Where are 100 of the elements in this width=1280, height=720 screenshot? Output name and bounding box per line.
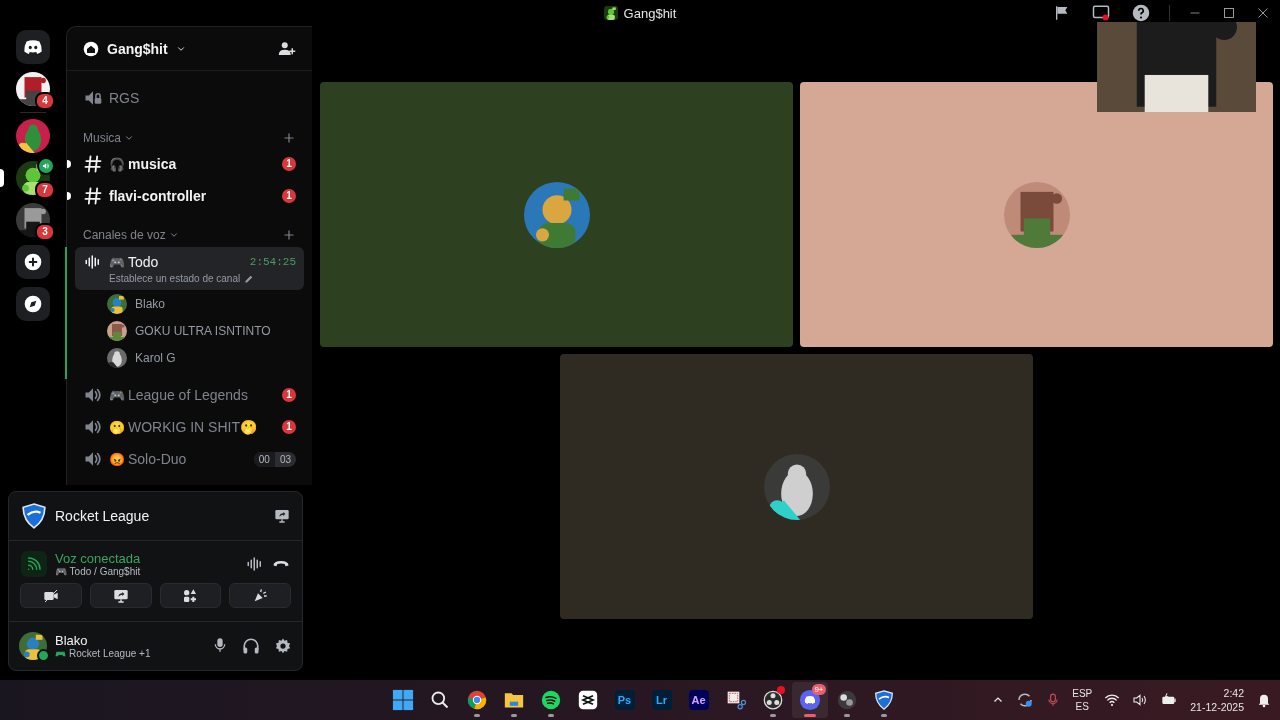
category-label[interactable]: Musica [83,131,121,145]
mention-count: 1 [282,420,296,434]
voice-channel[interactable]: 🎮 Todo 2:54:25 Establece un estado de canal [75,247,304,290]
scissors-icon [725,690,746,710]
sync-icon[interactable] [1016,691,1035,709]
notification-bell-icon[interactable] [1256,692,1272,708]
running-indicator [510,714,517,717]
noise-suppression-button[interactable] [246,555,264,573]
video-tile[interactable] [320,82,793,347]
compass-icon [23,294,43,314]
chevron-down-icon [124,133,134,143]
plus-circle-icon [23,252,43,272]
home-button[interactable] [16,30,50,64]
maximize-icon[interactable] [1223,7,1235,19]
member-name[interactable]: Karol G [135,350,176,365]
mention-count: 1 [282,157,296,171]
channel-name[interactable]: Solo-Duo [128,451,248,467]
pencil-icon [244,273,255,284]
home-icon [83,40,99,57]
stream-game-button[interactable] [274,508,290,524]
app-logo: Lr [651,690,672,710]
app-logo: Ae [688,690,709,710]
channel-name[interactable]: musica [128,156,276,172]
channel-emoji: 🫢 [109,419,125,435]
unread-indicator [67,192,71,200]
speaker-icon [37,157,55,175]
discover-button[interactable] [16,287,50,321]
obs-logo-icon [762,690,783,710]
user-activity: Rocket League +1 [69,648,151,659]
shapes-icon [182,587,199,604]
soundboard-button[interactable] [229,583,291,608]
app-logo: Ps [614,690,635,710]
member-name[interactable]: GOKU ULTRA ISNTINTO [135,323,271,338]
channel-emoji: 🎧 [109,156,125,172]
channel-name[interactable]: WORKIG IN SHIT🫢 [128,419,276,435]
settings-button[interactable] [274,637,292,655]
shield-logo-icon [873,689,894,711]
settings-icon [274,637,292,655]
capcut-logo-icon [577,690,598,710]
channel-name[interactable]: flavi-controller [109,188,276,204]
microphone-button[interactable] [212,637,228,655]
help-icon[interactable] [1132,4,1150,22]
username: Blako [55,633,89,648]
call-timer: 2:54:25 [249,256,296,268]
shield-logo-icon [21,502,47,530]
microphone-icon [212,637,228,653]
clock[interactable]: 2:42 21-12-2025 [1190,686,1244,714]
category-label[interactable]: Canales de voz [83,228,166,242]
mention-count: 3 [35,223,55,241]
channel-name[interactable]: League of Legends [128,387,276,403]
plus-icon[interactable] [282,228,296,242]
activity-name: Rocket League [55,508,151,524]
mention-count: 1 [282,189,296,203]
microphone-icon[interactable] [1046,692,1061,708]
spotify-logo-icon [540,690,561,710]
share-screen-button[interactable] [89,583,152,608]
channel-name[interactable]: RGS [109,90,296,106]
running-indicator [843,714,850,717]
selected-indicator [0,169,4,187]
add-server-button[interactable] [16,245,50,279]
connected-channel[interactable]: 🎮 Todo / Gang$hit [55,566,238,577]
screen-share-icon[interactable] [1092,4,1110,22]
chevron-down-icon [168,230,179,240]
inbox-icon[interactable] [1054,5,1070,21]
headphones-button[interactable] [242,637,260,655]
activities-button[interactable] [159,583,222,608]
hash-icon [83,186,103,206]
search-icon [429,690,450,710]
running-indicator [803,714,816,717]
volume-icon[interactable] [1132,692,1149,708]
mention-count: 1 [282,388,296,402]
running-indicator [473,714,480,717]
channel-status[interactable]: Establece un estado de canal [109,273,241,284]
screen-share-icon [274,508,290,524]
channel-emoji: 🎮 [109,387,125,403]
video-tile[interactable] [560,354,1033,619]
hash-icon [83,154,103,174]
server-name[interactable]: Gang$hit [107,40,168,57]
wifi-icon[interactable] [1104,692,1121,708]
taskbar-button[interactable]: Lr [643,682,680,718]
camera-off-icon [42,587,59,604]
keyboard-language[interactable]: ESP ES [1072,687,1093,713]
camera-off-button[interactable] [20,583,82,608]
video-tile[interactable] [800,82,1273,347]
discord-logo-icon [798,689,821,711]
member-name[interactable]: Blako [135,296,166,311]
sound-wave-icon [246,555,264,573]
running-indicator [769,714,776,717]
connection-status[interactable]: Voz conectada [55,551,238,566]
invite-people-icon[interactable] [278,39,296,58]
taskbar-button[interactable]: Ae [680,682,717,718]
close-icon[interactable] [1257,7,1269,19]
running-indicator [880,714,887,717]
plus-icon[interactable] [282,131,296,145]
channel-emoji: 😡 [109,451,125,467]
taskbar-button[interactable]: Ps [606,682,643,718]
mention-count: 4 [35,92,55,110]
channel-emoji: 🎮 [109,254,125,270]
unread-indicator [67,160,71,168]
mention-count: 7 [35,181,55,199]
